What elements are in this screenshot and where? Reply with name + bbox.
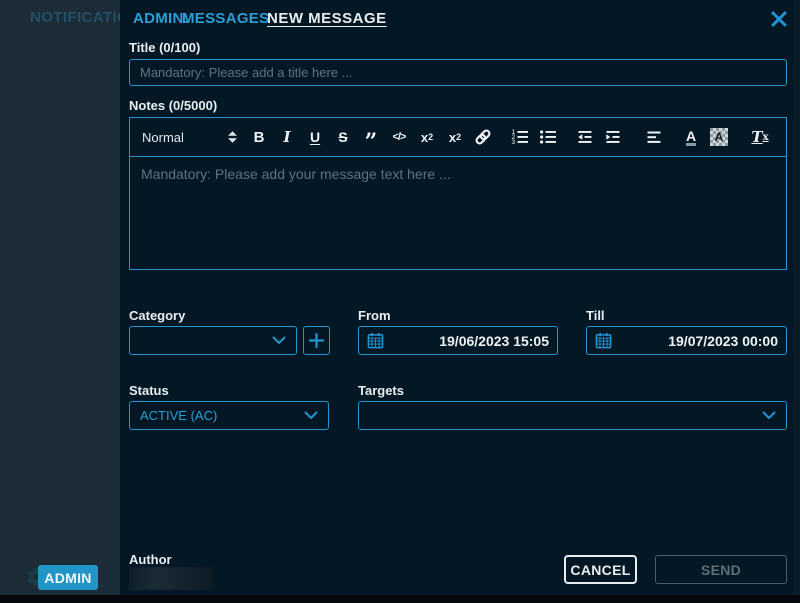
category-label: Category	[129, 308, 185, 323]
till-label: Till	[586, 308, 605, 323]
background-color-icon[interactable]: A	[705, 124, 733, 150]
clear-formatting-mark: x	[763, 132, 769, 143]
close-icon[interactable]	[770, 10, 788, 28]
text-color-letter: A	[686, 129, 696, 146]
till-date-input[interactable]	[612, 333, 778, 349]
format-picker-value: Normal	[142, 130, 184, 145]
outdent-icon[interactable]	[571, 124, 599, 150]
send-button[interactable]: SEND	[655, 555, 787, 584]
breadcrumb-messages[interactable]: MESSAGES	[182, 10, 269, 27]
clear-formatting-icon[interactable]: Tx	[746, 124, 774, 150]
link-icon[interactable]	[469, 124, 497, 150]
from-label: From	[358, 308, 391, 323]
italic-icon[interactable]: I	[273, 124, 301, 150]
till-date-field[interactable]	[586, 326, 787, 355]
svg-text:3: 3	[512, 139, 516, 146]
author-value-redacted	[129, 567, 213, 590]
format-picker-arrows-icon	[228, 131, 237, 143]
bullet-list-icon[interactable]	[534, 124, 562, 150]
align-icon[interactable]	[640, 124, 668, 150]
chevron-down-icon	[304, 411, 318, 420]
title-input[interactable]	[129, 59, 787, 86]
tab-new-message[interactable]: NEW MESSAGE	[267, 10, 387, 27]
background-right-strip	[794, 0, 800, 595]
underline-icon[interactable]: U	[301, 124, 329, 150]
superscript-base: x	[449, 130, 456, 145]
blockquote-icon[interactable]: ”	[357, 124, 385, 150]
superscript-mark: 2	[456, 132, 461, 142]
new-message-dialog: ADMIN: MESSAGES NEW MESSAGE Title (0/100…	[120, 0, 794, 595]
breadcrumb-admin: ADMIN:	[133, 10, 189, 27]
category-select[interactable]	[129, 326, 297, 355]
plus-icon	[309, 333, 324, 348]
strikethrough-icon[interactable]: S	[329, 124, 357, 150]
status-value: ACTIVE (AC)	[140, 408, 304, 423]
rich-text-toolbar: Normal B I U S ” </> x2 x2 123	[129, 117, 787, 157]
author-label: Author	[129, 552, 172, 567]
add-category-button[interactable]	[303, 326, 330, 355]
superscript-icon[interactable]: x2	[441, 124, 469, 150]
subscript-base: x	[421, 130, 428, 145]
chevron-down-icon	[762, 411, 776, 420]
background-page-title: NOTIFICATIONS (	[30, 9, 120, 26]
notes-editor[interactable]: Mandatory: Please add your message text …	[129, 156, 787, 270]
chevron-down-icon	[272, 336, 286, 345]
status-select[interactable]: ACTIVE (AC)	[129, 401, 329, 430]
clear-formatting-base: T	[751, 128, 762, 146]
targets-select[interactable]	[358, 401, 787, 430]
admin-button[interactable]: ADMIN	[38, 565, 98, 590]
targets-label: Targets	[358, 383, 404, 398]
subscript-mark: 2	[428, 132, 433, 142]
notes-placeholder: Mandatory: Please add your message text …	[141, 166, 775, 182]
code-block-icon[interactable]: </>	[385, 124, 413, 150]
background-page: NOTIFICATIONS ( ADMIN	[0, 0, 120, 595]
notes-label: Notes (0/5000)	[129, 98, 217, 113]
bold-icon[interactable]: B	[245, 124, 273, 150]
subscript-icon[interactable]: x2	[413, 124, 441, 150]
indent-icon[interactable]	[599, 124, 627, 150]
text-color-icon[interactable]: A	[677, 124, 705, 150]
format-picker[interactable]: Normal	[142, 124, 237, 150]
cancel-button[interactable]: CANCEL	[564, 555, 637, 584]
title-label: Title (0/100)	[129, 40, 200, 55]
ordered-list-icon[interactable]: 123	[506, 124, 534, 150]
calendar-icon	[595, 332, 612, 349]
from-date-field[interactable]	[358, 326, 558, 355]
from-date-input[interactable]	[384, 333, 549, 349]
background-bottom-strip	[0, 595, 800, 603]
status-label: Status	[129, 383, 169, 398]
background-color-letter: A	[710, 128, 728, 146]
calendar-icon	[367, 332, 384, 349]
